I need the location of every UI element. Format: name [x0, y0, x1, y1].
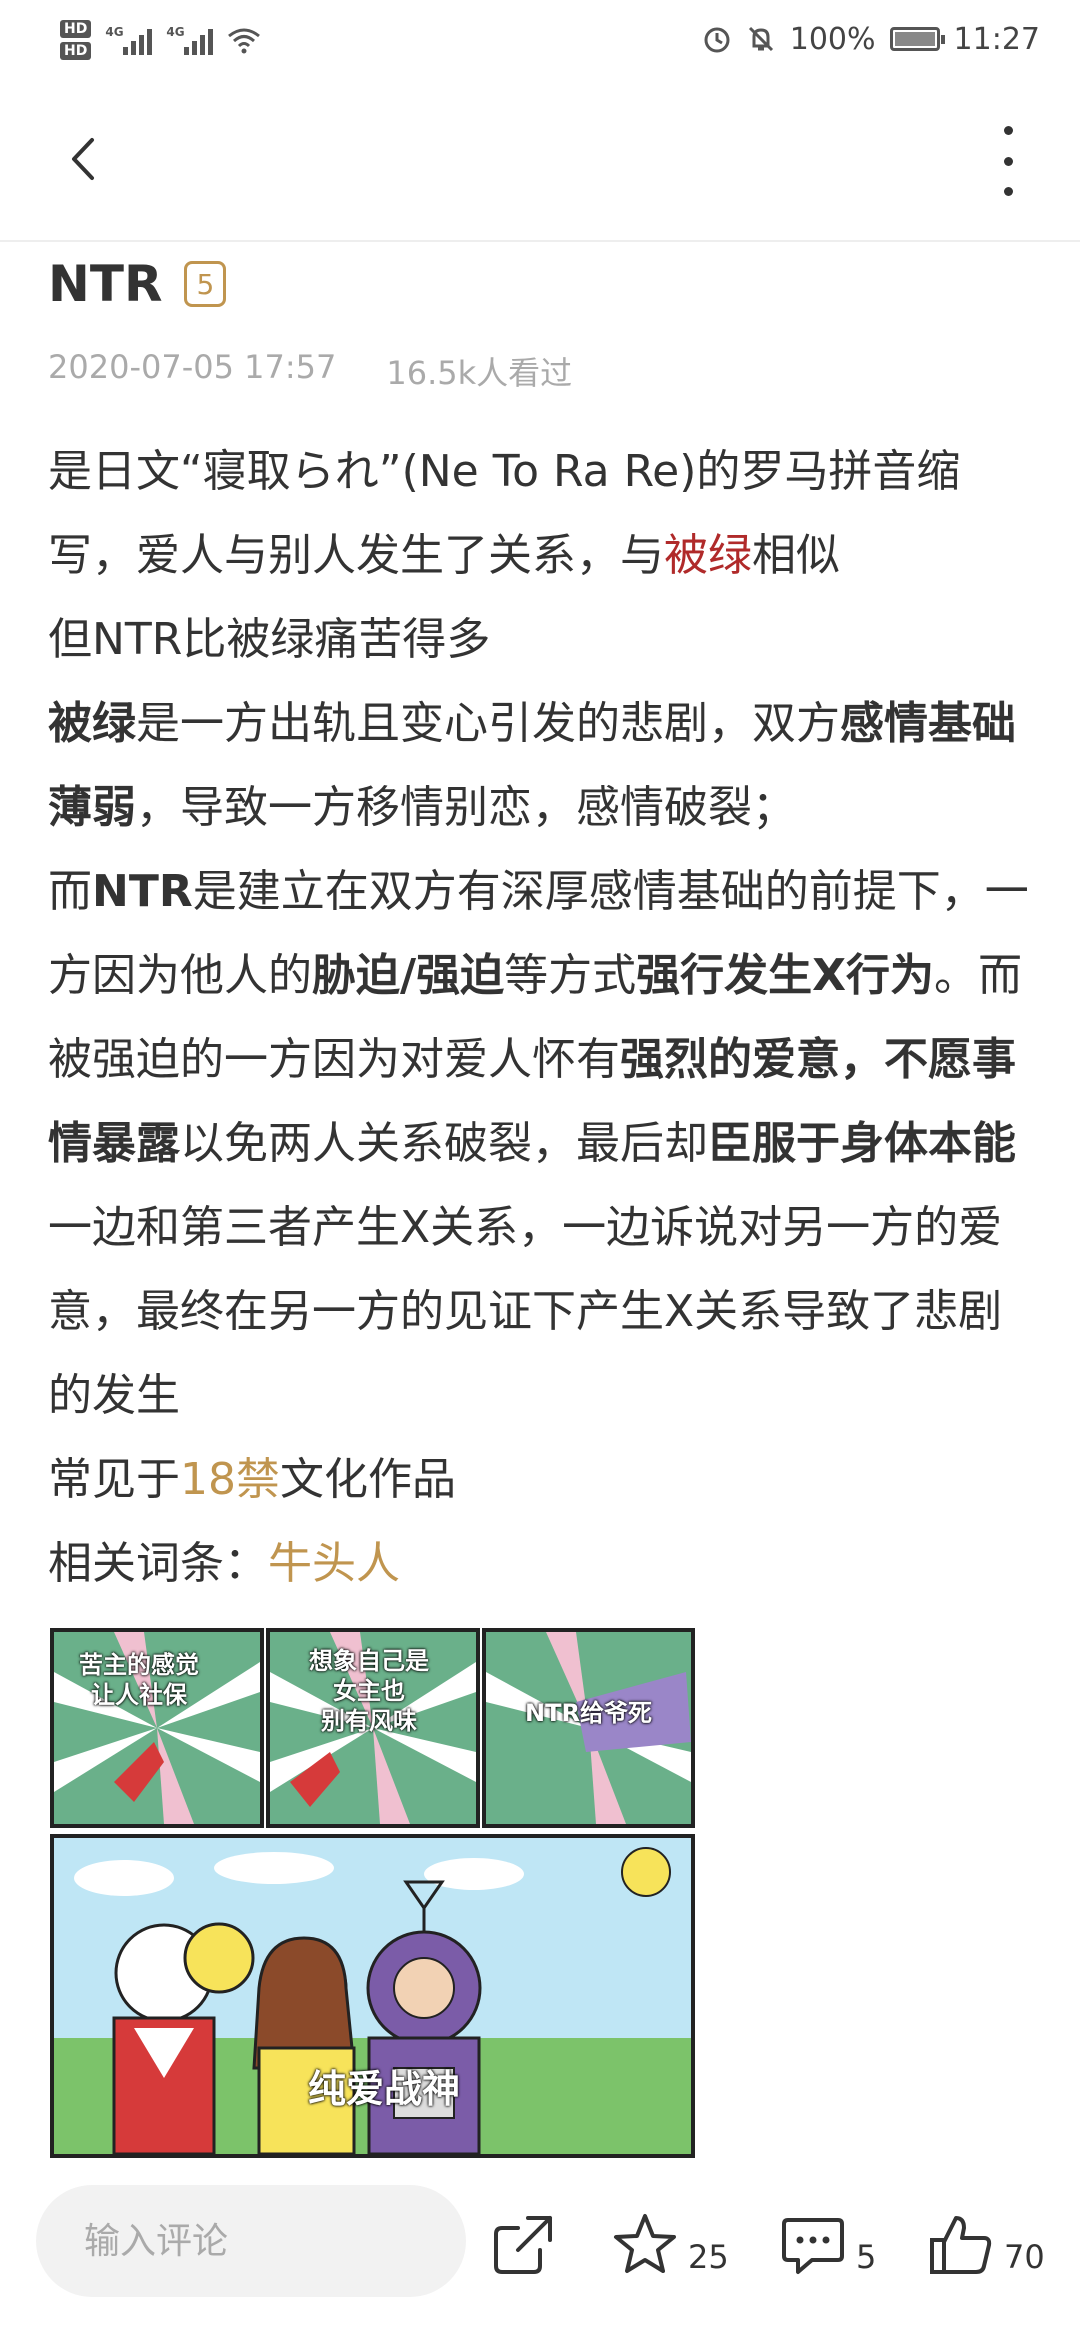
signal-1-icon: 4G	[105, 25, 153, 55]
back-chevron-icon[interactable]	[60, 134, 110, 184]
comic-panel-3: NTR给爷死	[482, 1628, 695, 1828]
level-badge: 5	[184, 261, 227, 307]
comic-caption-3: NTR给爷死	[525, 1699, 652, 1727]
alarm-icon	[704, 27, 730, 53]
like-count: 70	[1004, 2238, 1045, 2276]
title-row: NTR 5	[48, 255, 227, 313]
entry-title: NTR	[48, 255, 163, 313]
paragraph-5: 常见于18禁文化作品	[48, 1454, 456, 1505]
link-niu-tou-ren[interactable]: 牛头人	[268, 1538, 400, 1589]
favorite-button[interactable]: 25	[610, 2200, 729, 2280]
comic-panel-4: 纯爱战神	[50, 1834, 695, 2158]
comic-caption-1: 苦主的感觉 让人社保	[79, 1651, 199, 1709]
status-bar: HD HD 4G 4G 100% 11:27	[0, 0, 1080, 80]
link-18-jin[interactable]: 18禁	[180, 1454, 280, 1505]
star-count: 25	[688, 2238, 729, 2276]
mute-icon	[748, 26, 773, 52]
comic-caption-4: 纯爱战神	[307, 2067, 460, 2111]
entry-meta: 2020-07-05 17:57 16.5k人看过	[48, 348, 572, 394]
view-count: 16.5k人看过	[386, 354, 573, 392]
battery-percent: 100%	[789, 21, 876, 57]
hd1-badge: HD	[60, 20, 92, 38]
star-icon	[614, 2214, 676, 2273]
comment-button[interactable]: 5	[778, 2200, 876, 2280]
entry-body: 是日文“寝取られ”(Ne To Ra Re)的罗马拼音缩写，爱人与别人发生了关系…	[48, 430, 1038, 1606]
comic-caption-2: 想象自己是 女主也 别有风味	[309, 1647, 429, 1735]
comment-icon	[782, 2218, 844, 2274]
paragraph-3: 被绿是一方出轨且变心引发的悲剧，双方感情基础薄弱，导致一方移情别恋，感情破裂；	[48, 698, 1016, 833]
paragraph-1: 是日文“寝取られ”(Ne To Ra Re)的罗马拼音缩写，爱人与别人发生了关系…	[48, 446, 961, 581]
share-icon	[494, 2216, 552, 2274]
share-button[interactable]	[488, 2200, 558, 2280]
status-left: HD HD 4G 4G	[60, 10, 261, 70]
status-right: 100% 11:27	[702, 14, 1040, 64]
battery-icon	[889, 27, 945, 51]
hd-indicators: HD HD	[60, 20, 92, 60]
paragraph-4: 而NTR是建立在双方有深厚感情基础的前提下，一方因为他人的胁迫/强迫等方式强行发…	[48, 866, 1029, 1421]
wifi-icon	[228, 28, 261, 54]
signal-2-icon: 4G	[166, 25, 214, 55]
burst-lines	[486, 1632, 691, 1824]
related-entries: 相关词条：牛头人	[48, 1538, 400, 1589]
link-bei-lv[interactable]: 被绿	[664, 530, 752, 581]
comic-panel-1: 苦主的感觉 让人社保	[50, 1628, 264, 1828]
entry-date: 2020-07-05 17:57	[48, 348, 337, 386]
meme-comic-image[interactable]: 苦主的感觉 让人社保 想象自己是 女主也 别有风味 NTR给爷死 纯爱战神	[50, 1628, 695, 2158]
hd2-badge: HD	[60, 42, 92, 60]
top-nav-bar	[0, 80, 1080, 242]
thumbs-up-icon	[930, 2216, 992, 2274]
comment-input[interactable]	[36, 2185, 466, 2297]
clock: 11:27	[953, 21, 1040, 57]
comic-panel-2: 想象自己是 女主也 别有风味	[266, 1628, 480, 1828]
paragraph-2: 但NTR比被绿痛苦得多	[48, 614, 491, 665]
like-button[interactable]: 70	[926, 2200, 1045, 2280]
comment-count: 5	[856, 2238, 877, 2276]
bottom-action-bar: 25 5 70	[0, 2160, 1080, 2340]
more-options-icon[interactable]	[996, 126, 1020, 196]
